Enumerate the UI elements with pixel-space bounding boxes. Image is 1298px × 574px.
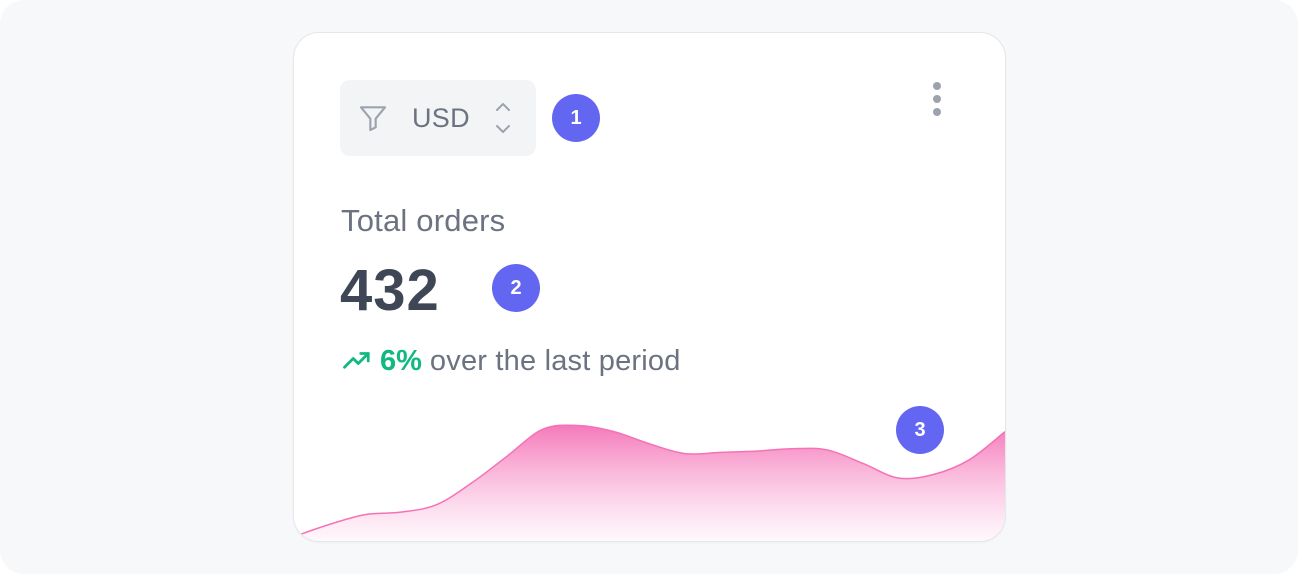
marker-badge-2: 2	[492, 264, 540, 312]
currency-select[interactable]: USD	[340, 80, 536, 156]
trend-text: over the last period	[429, 344, 681, 377]
total-orders-card: USD 1 Total orders 432 2 6% over the las…	[293, 32, 1006, 542]
more-vertical-icon	[933, 82, 941, 90]
currency-value: USD	[412, 103, 470, 133]
trend-row: 6% over the last period	[342, 341, 681, 381]
marker-badge-1: 1	[552, 94, 600, 142]
metric-label: Total orders	[341, 203, 506, 238]
marker-badge-3: 3	[896, 406, 944, 454]
chevron-up-down-icon	[496, 103, 510, 133]
app-canvas: USD 1 Total orders 432 2 6% over the las…	[0, 0, 1298, 574]
more-options-button[interactable]	[922, 77, 952, 121]
filter-icon	[359, 106, 387, 132]
trending-up-icon	[343, 352, 370, 369]
trend-percent: 6%	[380, 344, 422, 377]
sparkline-area	[294, 425, 1005, 541]
metric-value: 432	[340, 258, 440, 323]
